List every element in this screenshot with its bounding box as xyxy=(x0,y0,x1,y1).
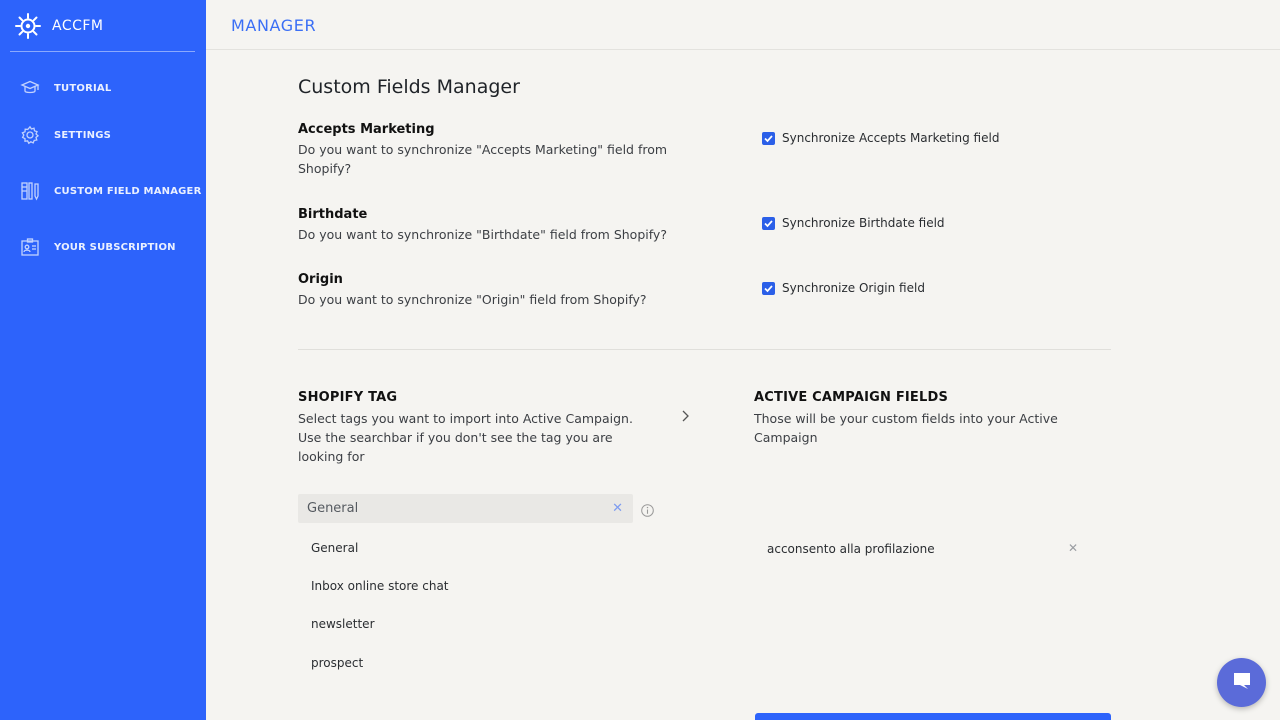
field-description: Do you want to synchronize "Birthdate" f… xyxy=(298,227,667,242)
tag-option-inbox-online-store-chat[interactable]: Inbox online store chat xyxy=(311,579,449,593)
checkbox-label: Synchronize Birthdate field xyxy=(782,216,945,230)
checkbox-checked-icon[interactable] xyxy=(762,131,775,145)
sidebar: ACCFM TUTORIAL SETTINGS CUSTOM FIELD MAN… xyxy=(0,0,206,720)
checkbox-checked-icon[interactable] xyxy=(762,216,775,230)
graduation-cap-icon xyxy=(20,78,40,98)
header: MANAGER xyxy=(206,0,1280,50)
sync-origin-checkbox[interactable]: Synchronize Origin field xyxy=(762,281,925,295)
page-title: Custom Fields Manager xyxy=(298,76,520,98)
sync-birthdate-checkbox[interactable]: Synchronize Birthdate field xyxy=(762,216,945,230)
tag-option-newsletter[interactable]: newsletter xyxy=(311,617,375,631)
main-content: Custom Fields Manager Accepts Marketing … xyxy=(206,50,1280,720)
sidebar-item-tutorial[interactable]: TUTORIAL xyxy=(20,78,111,98)
columns-pencil-icon xyxy=(20,181,40,201)
sidebar-item-label: YOUR SUBSCRIPTION xyxy=(54,241,176,253)
chat-icon xyxy=(1230,669,1254,697)
clear-icon[interactable]: ✕ xyxy=(612,501,623,516)
field-description: Do you want to synchronize "Origin" fiel… xyxy=(298,292,647,307)
sync-accepts-marketing-checkbox[interactable]: Synchronize Accepts Marketing field xyxy=(762,131,999,145)
field-name: Birthdate xyxy=(298,207,368,222)
info-icon[interactable] xyxy=(641,502,654,517)
remove-field-icon[interactable]: ✕ xyxy=(1068,541,1078,555)
shopify-tag-select[interactable]: General ✕ xyxy=(298,494,633,523)
checkbox-label: Synchronize Origin field xyxy=(782,281,925,295)
gear-icon xyxy=(20,125,40,145)
checkbox-label: Synchronize Accepts Marketing field xyxy=(782,131,1000,145)
shopify-tag-heading: SHOPIFY TAG xyxy=(298,390,398,405)
field-description: Do you want to synchronize "Accepts Mark… xyxy=(298,142,668,176)
id-card-icon xyxy=(20,237,40,257)
sidebar-item-label: SETTINGS xyxy=(54,129,112,141)
sidebar-item-settings[interactable]: SETTINGS xyxy=(20,125,111,145)
brand-name: ACCFM xyxy=(52,18,104,34)
field-name: Origin xyxy=(298,272,343,287)
brand[interactable]: ACCFM xyxy=(14,12,104,40)
chevron-right-icon[interactable] xyxy=(678,408,692,422)
header-title: MANAGER xyxy=(231,16,317,35)
shopify-tag-description: Select tags you want to import into Acti… xyxy=(298,411,633,464)
field-row-accepts-marketing: Accepts Marketing Do you want to synchro… xyxy=(298,122,1118,178)
sidebar-divider xyxy=(10,51,195,52)
save-button[interactable] xyxy=(755,713,1111,720)
checkbox-checked-icon[interactable] xyxy=(762,281,775,295)
chat-widget-button[interactable] xyxy=(1217,658,1266,707)
sidebar-item-custom-field-manager[interactable]: CUSTOM FIELD MANAGER xyxy=(20,181,202,201)
tag-option-general[interactable]: General xyxy=(311,541,358,555)
tag-option-prospect[interactable]: prospect xyxy=(311,656,363,670)
sidebar-item-label: CUSTOM FIELD MANAGER xyxy=(54,185,202,197)
select-value: General xyxy=(307,501,359,516)
sidebar-item-your-subscription[interactable]: YOUR SUBSCRIPTION xyxy=(20,237,176,257)
active-campaign-description: Those will be your custom fields into yo… xyxy=(754,411,1058,445)
field-row-birthdate: Birthdate Do you want to synchronize "Bi… xyxy=(298,207,1118,244)
active-campaign-heading: ACTIVE CAMPAIGN FIELDS xyxy=(754,390,949,405)
section-divider xyxy=(298,349,1111,350)
field-row-origin: Origin Do you want to synchronize "Origi… xyxy=(298,272,1118,309)
active-campaign-field-item: acconsento alla profilazione xyxy=(767,542,935,556)
logo-icon xyxy=(14,12,42,40)
sidebar-item-label: TUTORIAL xyxy=(54,82,112,94)
